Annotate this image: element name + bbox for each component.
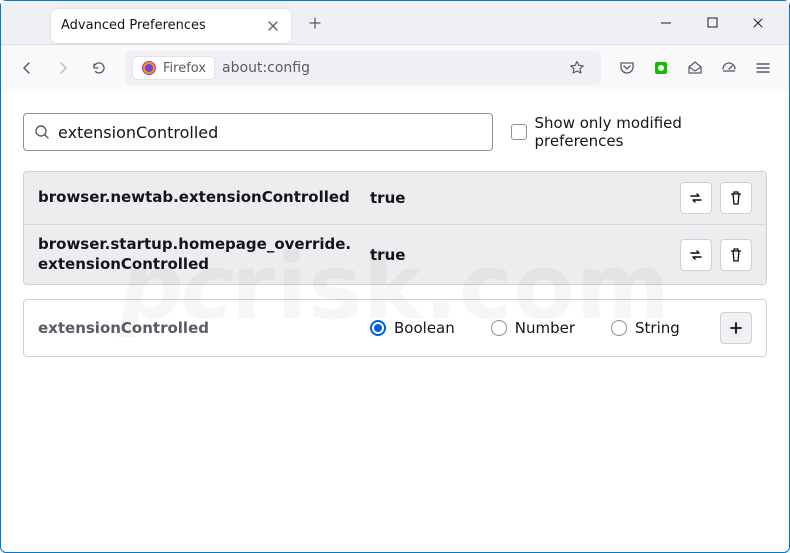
type-radio-string[interactable]: String: [611, 319, 680, 337]
pref-name: browser.startup.homepage_override.extens…: [38, 235, 358, 274]
bookmark-star-icon[interactable]: [561, 52, 593, 84]
url-bar[interactable]: Firefox about:config: [125, 51, 601, 85]
new-pref-name: extensionControlled: [38, 319, 358, 337]
titlebar: Advanced Preferences: [1, 1, 789, 45]
delete-button[interactable]: [720, 239, 752, 271]
toggle-button[interactable]: [680, 239, 712, 271]
identity-box[interactable]: Firefox: [133, 57, 214, 79]
identity-label: Firefox: [163, 61, 206, 76]
close-icon[interactable]: [265, 18, 281, 34]
pocket-icon[interactable]: [611, 52, 643, 84]
radio-icon: [611, 320, 627, 336]
delete-button[interactable]: [720, 182, 752, 214]
add-button[interactable]: [720, 312, 752, 344]
dashboard-icon[interactable]: [713, 52, 745, 84]
toggle-button[interactable]: [680, 182, 712, 214]
pref-search-box: [23, 113, 493, 151]
minimize-button[interactable]: [643, 3, 689, 43]
show-modified-label: Show only modified preferences: [535, 114, 768, 150]
new-tab-button[interactable]: [301, 9, 329, 37]
extension-icon[interactable]: [645, 52, 677, 84]
type-radio-boolean[interactable]: Boolean: [370, 319, 455, 337]
pref-row[interactable]: browser.startup.homepage_override.extens…: [24, 224, 766, 284]
forward-button[interactable]: [47, 52, 79, 84]
window-controls: [643, 3, 781, 43]
nav-toolbar: Firefox about:config: [1, 45, 789, 91]
tab-title: Advanced Preferences: [61, 18, 265, 33]
close-window-button[interactable]: [735, 3, 781, 43]
pref-row[interactable]: browser.newtab.extensionControlled true: [24, 172, 766, 224]
menu-button[interactable]: [747, 52, 779, 84]
radio-icon: [370, 320, 386, 336]
pref-name: browser.newtab.extensionControlled: [38, 188, 358, 208]
show-modified-checkbox[interactable]: Show only modified preferences: [511, 114, 767, 150]
browser-tab[interactable]: Advanced Preferences: [51, 9, 291, 43]
pref-value: true: [370, 246, 668, 264]
firefox-icon: [141, 60, 157, 76]
search-icon: [34, 124, 50, 140]
pref-list: browser.newtab.extensionControlled true …: [23, 171, 767, 285]
type-radio-number[interactable]: Number: [491, 319, 575, 337]
page-content: Show only modified preferences browser.n…: [1, 91, 789, 379]
radio-icon: [491, 320, 507, 336]
pref-search-input[interactable]: [58, 123, 482, 142]
new-pref-row: extensionControlled Boolean Number Strin…: [23, 299, 767, 357]
pref-value: true: [370, 189, 668, 207]
reload-button[interactable]: [83, 52, 115, 84]
inbox-icon[interactable]: [679, 52, 711, 84]
url-text: about:config: [222, 60, 310, 76]
back-button[interactable]: [11, 52, 43, 84]
checkbox-icon: [511, 124, 527, 140]
maximize-button[interactable]: [689, 3, 735, 43]
